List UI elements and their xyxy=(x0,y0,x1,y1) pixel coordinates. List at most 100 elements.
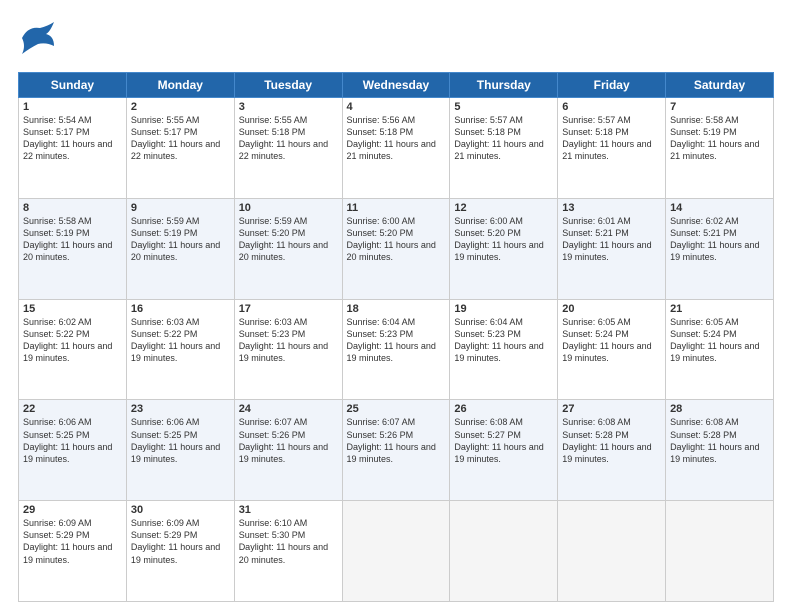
calendar-cell: 3 Sunrise: 5:55 AMSunset: 5:18 PMDayligh… xyxy=(234,98,342,199)
calendar-cell: 14 Sunrise: 6:02 AMSunset: 5:21 PMDaylig… xyxy=(666,198,774,299)
calendar-table: SundayMondayTuesdayWednesdayThursdayFrid… xyxy=(18,72,774,602)
day-number: 13 xyxy=(562,202,661,214)
day-number: 25 xyxy=(347,403,446,415)
day-number: 21 xyxy=(670,303,769,315)
day-info: Sunrise: 5:58 AMSunset: 5:19 PMDaylight:… xyxy=(670,115,759,161)
calendar-header-friday: Friday xyxy=(558,73,666,98)
day-info: Sunrise: 6:06 AMSunset: 5:25 PMDaylight:… xyxy=(23,417,112,463)
calendar-cell xyxy=(666,501,774,602)
day-info: Sunrise: 5:59 AMSunset: 5:20 PMDaylight:… xyxy=(239,216,328,262)
calendar-cell: 17 Sunrise: 6:03 AMSunset: 5:23 PMDaylig… xyxy=(234,299,342,400)
day-info: Sunrise: 6:03 AMSunset: 5:22 PMDaylight:… xyxy=(131,317,220,363)
day-number: 14 xyxy=(670,202,769,214)
day-number: 19 xyxy=(454,303,553,315)
calendar-cell: 16 Sunrise: 6:03 AMSunset: 5:22 PMDaylig… xyxy=(126,299,234,400)
day-number: 5 xyxy=(454,101,553,113)
day-number: 1 xyxy=(23,101,122,113)
day-info: Sunrise: 6:03 AMSunset: 5:23 PMDaylight:… xyxy=(239,317,328,363)
calendar-week-row: 22 Sunrise: 6:06 AMSunset: 5:25 PMDaylig… xyxy=(19,400,774,501)
day-info: Sunrise: 5:57 AMSunset: 5:18 PMDaylight:… xyxy=(454,115,543,161)
day-number: 22 xyxy=(23,403,122,415)
day-number: 7 xyxy=(670,101,769,113)
calendar-header-saturday: Saturday xyxy=(666,73,774,98)
day-info: Sunrise: 5:59 AMSunset: 5:19 PMDaylight:… xyxy=(131,216,220,262)
calendar-cell: 9 Sunrise: 5:59 AMSunset: 5:19 PMDayligh… xyxy=(126,198,234,299)
day-number: 4 xyxy=(347,101,446,113)
calendar-cell: 28 Sunrise: 6:08 AMSunset: 5:28 PMDaylig… xyxy=(666,400,774,501)
calendar-header-sunday: Sunday xyxy=(19,73,127,98)
day-number: 16 xyxy=(131,303,230,315)
day-number: 6 xyxy=(562,101,661,113)
calendar-cell: 18 Sunrise: 6:04 AMSunset: 5:23 PMDaylig… xyxy=(342,299,450,400)
day-number: 11 xyxy=(347,202,446,214)
day-info: Sunrise: 6:08 AMSunset: 5:27 PMDaylight:… xyxy=(454,417,543,463)
calendar-cell xyxy=(450,501,558,602)
day-info: Sunrise: 5:55 AMSunset: 5:17 PMDaylight:… xyxy=(131,115,220,161)
calendar-cell: 11 Sunrise: 6:00 AMSunset: 5:20 PMDaylig… xyxy=(342,198,450,299)
calendar-cell xyxy=(342,501,450,602)
day-number: 12 xyxy=(454,202,553,214)
calendar-cell: 21 Sunrise: 6:05 AMSunset: 5:24 PMDaylig… xyxy=(666,299,774,400)
calendar-cell: 30 Sunrise: 6:09 AMSunset: 5:29 PMDaylig… xyxy=(126,501,234,602)
calendar-week-row: 15 Sunrise: 6:02 AMSunset: 5:22 PMDaylig… xyxy=(19,299,774,400)
day-number: 8 xyxy=(23,202,122,214)
day-info: Sunrise: 6:10 AMSunset: 5:30 PMDaylight:… xyxy=(239,518,328,564)
day-number: 29 xyxy=(23,504,122,516)
calendar-header-tuesday: Tuesday xyxy=(234,73,342,98)
day-info: Sunrise: 6:00 AMSunset: 5:20 PMDaylight:… xyxy=(347,216,436,262)
day-number: 3 xyxy=(239,101,338,113)
day-info: Sunrise: 6:00 AMSunset: 5:20 PMDaylight:… xyxy=(454,216,543,262)
header xyxy=(18,18,774,62)
calendar-cell: 23 Sunrise: 6:06 AMSunset: 5:25 PMDaylig… xyxy=(126,400,234,501)
day-info: Sunrise: 6:05 AMSunset: 5:24 PMDaylight:… xyxy=(670,317,759,363)
calendar-cell: 7 Sunrise: 5:58 AMSunset: 5:19 PMDayligh… xyxy=(666,98,774,199)
day-info: Sunrise: 6:02 AMSunset: 5:22 PMDaylight:… xyxy=(23,317,112,363)
day-info: Sunrise: 6:02 AMSunset: 5:21 PMDaylight:… xyxy=(670,216,759,262)
day-number: 17 xyxy=(239,303,338,315)
calendar-week-row: 1 Sunrise: 5:54 AMSunset: 5:17 PMDayligh… xyxy=(19,98,774,199)
calendar-cell: 19 Sunrise: 6:04 AMSunset: 5:23 PMDaylig… xyxy=(450,299,558,400)
logo xyxy=(18,18,62,62)
calendar-cell: 31 Sunrise: 6:10 AMSunset: 5:30 PMDaylig… xyxy=(234,501,342,602)
calendar-cell: 25 Sunrise: 6:07 AMSunset: 5:26 PMDaylig… xyxy=(342,400,450,501)
day-number: 15 xyxy=(23,303,122,315)
day-info: Sunrise: 6:08 AMSunset: 5:28 PMDaylight:… xyxy=(562,417,651,463)
day-number: 28 xyxy=(670,403,769,415)
day-info: Sunrise: 6:07 AMSunset: 5:26 PMDaylight:… xyxy=(347,417,436,463)
day-number: 20 xyxy=(562,303,661,315)
day-number: 2 xyxy=(131,101,230,113)
day-info: Sunrise: 5:58 AMSunset: 5:19 PMDaylight:… xyxy=(23,216,112,262)
calendar-cell: 20 Sunrise: 6:05 AMSunset: 5:24 PMDaylig… xyxy=(558,299,666,400)
day-number: 26 xyxy=(454,403,553,415)
day-info: Sunrise: 6:09 AMSunset: 5:29 PMDaylight:… xyxy=(23,518,112,564)
calendar-cell: 15 Sunrise: 6:02 AMSunset: 5:22 PMDaylig… xyxy=(19,299,127,400)
calendar-header-row: SundayMondayTuesdayWednesdayThursdayFrid… xyxy=(19,73,774,98)
day-number: 30 xyxy=(131,504,230,516)
calendar-cell: 27 Sunrise: 6:08 AMSunset: 5:28 PMDaylig… xyxy=(558,400,666,501)
calendar-cell: 6 Sunrise: 5:57 AMSunset: 5:18 PMDayligh… xyxy=(558,98,666,199)
calendar-cell: 13 Sunrise: 6:01 AMSunset: 5:21 PMDaylig… xyxy=(558,198,666,299)
day-number: 24 xyxy=(239,403,338,415)
calendar-cell: 1 Sunrise: 5:54 AMSunset: 5:17 PMDayligh… xyxy=(19,98,127,199)
day-info: Sunrise: 6:04 AMSunset: 5:23 PMDaylight:… xyxy=(454,317,543,363)
logo-bird-icon xyxy=(18,18,58,62)
day-info: Sunrise: 5:57 AMSunset: 5:18 PMDaylight:… xyxy=(562,115,651,161)
calendar-cell: 12 Sunrise: 6:00 AMSunset: 5:20 PMDaylig… xyxy=(450,198,558,299)
calendar-week-row: 29 Sunrise: 6:09 AMSunset: 5:29 PMDaylig… xyxy=(19,501,774,602)
day-info: Sunrise: 5:55 AMSunset: 5:18 PMDaylight:… xyxy=(239,115,328,161)
day-info: Sunrise: 5:54 AMSunset: 5:17 PMDaylight:… xyxy=(23,115,112,161)
page: SundayMondayTuesdayWednesdayThursdayFrid… xyxy=(0,0,792,612)
calendar-cell: 24 Sunrise: 6:07 AMSunset: 5:26 PMDaylig… xyxy=(234,400,342,501)
day-info: Sunrise: 6:05 AMSunset: 5:24 PMDaylight:… xyxy=(562,317,651,363)
calendar-header-monday: Monday xyxy=(126,73,234,98)
day-number: 31 xyxy=(239,504,338,516)
day-info: Sunrise: 6:06 AMSunset: 5:25 PMDaylight:… xyxy=(131,417,220,463)
calendar-cell: 8 Sunrise: 5:58 AMSunset: 5:19 PMDayligh… xyxy=(19,198,127,299)
day-info: Sunrise: 6:08 AMSunset: 5:28 PMDaylight:… xyxy=(670,417,759,463)
calendar-header-wednesday: Wednesday xyxy=(342,73,450,98)
day-info: Sunrise: 5:56 AMSunset: 5:18 PMDaylight:… xyxy=(347,115,436,161)
calendar-cell: 2 Sunrise: 5:55 AMSunset: 5:17 PMDayligh… xyxy=(126,98,234,199)
day-number: 10 xyxy=(239,202,338,214)
day-number: 18 xyxy=(347,303,446,315)
calendar-cell: 4 Sunrise: 5:56 AMSunset: 5:18 PMDayligh… xyxy=(342,98,450,199)
